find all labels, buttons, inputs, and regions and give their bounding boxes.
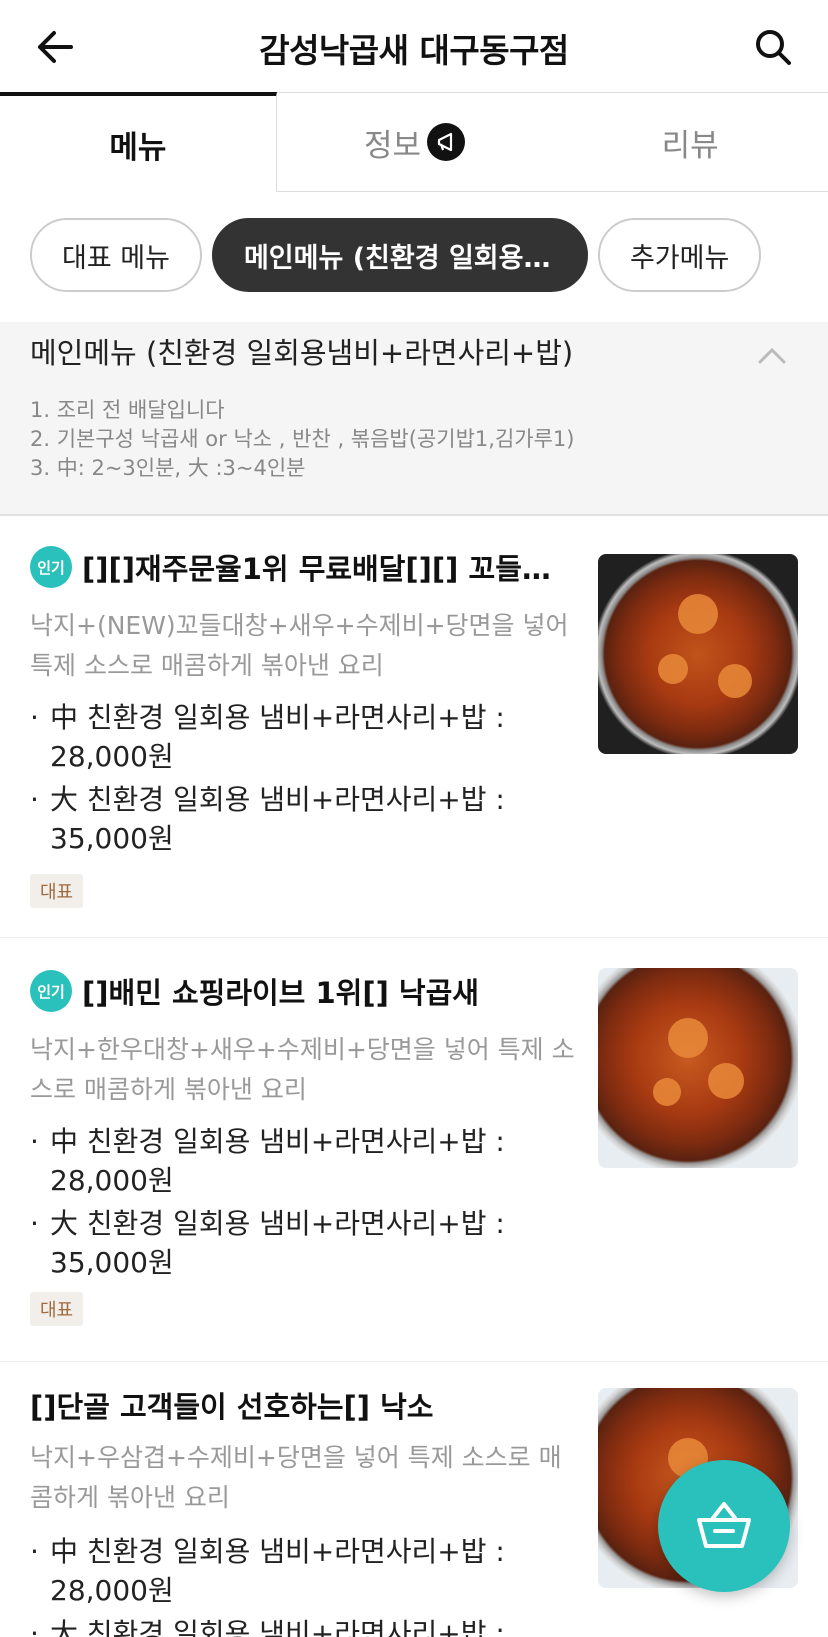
basket-icon (697, 1502, 751, 1548)
tab-menu[interactable]: 메뉴 (0, 92, 277, 192)
tab-info[interactable]: 정보 (276, 92, 553, 192)
price-option-label: 中 친환경 일회용 냄비+라면사리+밥 : (50, 1535, 505, 1568)
bullet: · (30, 1207, 39, 1240)
menu-item-description: 낙지+한우대창+새우+수제비+당면을 넣어 특제 소스로 매콤하게 볶아낸 요리 (30, 1035, 575, 1104)
chip-representative[interactable]: 대표 메뉴 (30, 218, 202, 292)
price-value: 28,000원 (50, 740, 174, 773)
menu-item-title: 인기 []배민 쇼핑라이브 1위[] 낙곱새 (30, 970, 570, 1012)
bullet: · (30, 783, 39, 816)
menu-item-price: · 中 친환경 일회용 냄비+라면사리+밥 : 28,000원 (30, 1122, 550, 1200)
price-option-label: 大 친환경 일회용 냄비+라면사리+밥 : (50, 1207, 505, 1240)
menu-item-name: []단골 고객들이 선호하는[] 낙소 (30, 1390, 434, 1424)
section-description: 1. 조리 전 배달입니다 2. 기본구성 낙곱새 or 낙소 , 반찬 , 볶… (30, 396, 574, 483)
price-option-label: 中 친환경 일회용 냄비+라면사리+밥 : (50, 1125, 505, 1158)
popular-badge: 인기 (30, 546, 72, 588)
tab-reviews-label: 리뷰 (661, 127, 719, 164)
price-value: 35,000원 (50, 822, 174, 855)
tab-bar: 메뉴 정보 리뷰 (0, 92, 828, 192)
menu-section-header[interactable]: 메인메뉴 (친환경 일회용냄비+라면사리+밥) 1. 조리 전 배달입니다 2.… (0, 322, 828, 516)
menu-item-price: · 中 친환경 일회용 냄비+라면사리+밥 : 28,000원 (30, 1532, 550, 1610)
bullet: · (30, 1617, 39, 1637)
section-desc-line: 2. 기본구성 낙곱새 or 낙소 , 반찬 , 볶음밥(공기밥1,김가루1) (30, 427, 575, 451)
price-option-label: 大 친환경 일회용 냄비+라면사리+밥 : (50, 783, 505, 816)
chip-label: 메인메뉴 (친환경 일회용냄… (243, 242, 556, 274)
menu-item[interactable]: 인기 []배민 쇼핑라이브 1위[] 낙곱새 낙지+한우대창+새우+수제비+당면… (0, 942, 828, 1362)
chip-extra-menu[interactable]: 추가메뉴 (597, 218, 762, 292)
menu-item-name: [][]재주문율1위 무료배달[][] 꼬들대… (82, 552, 570, 586)
section-desc-line: 3. 中: 2~3인분, 大 :3~4인분 (30, 456, 306, 480)
page-title: 감성낙곱새 대구동구점 (259, 31, 569, 70)
menu-item-photo (598, 554, 798, 754)
cart-button[interactable] (658, 1460, 790, 1592)
menu-item-price: · 大 친환경 일회용 냄비+라면사리+밥 : 35,000원 (30, 780, 550, 858)
chevron-up-icon[interactable] (754, 338, 790, 374)
menu-item-name: []배민 쇼핑라이브 1위[] 낙곱새 (82, 976, 479, 1010)
price-value: 35,000원 (50, 1246, 174, 1279)
megaphone-icon (427, 123, 466, 161)
menu-item-photo (598, 968, 798, 1168)
bullet: · (30, 1125, 39, 1158)
representative-tag: 대표 (30, 874, 84, 908)
bullet: · (30, 701, 39, 734)
representative-tag: 대표 (30, 1292, 84, 1326)
category-chips: 대표 메뉴 메인메뉴 (친환경 일회용냄… 추가메뉴 (0, 218, 828, 294)
app-header: 감성낙곱새 대구동구점 (0, 0, 828, 94)
menu-item-title: []단골 고객들이 선호하는[] 낙소 (30, 1384, 570, 1426)
chip-main-menu[interactable]: 메인메뉴 (친환경 일회용냄… (211, 218, 588, 292)
price-option-label: 大 친환경 일회용 냄비+라면사리+밥 : (50, 1617, 505, 1637)
bullet: · (30, 1535, 39, 1568)
search-button[interactable] (748, 22, 798, 72)
menu-item-price: · 中 친환경 일회용 냄비+라면사리+밥 : 28,000원 (30, 698, 550, 776)
menu-item-price: · 大 친환경 일회용 냄비+라면사리+밥 : (30, 1614, 550, 1637)
price-option-label: 中 친환경 일회용 냄비+라면사리+밥 : (50, 701, 505, 734)
section-desc-line: 1. 조리 전 배달입니다 (30, 398, 225, 422)
popular-badge: 인기 (30, 970, 72, 1012)
tab-menu-label: 메뉴 (109, 129, 167, 166)
search-icon (756, 30, 791, 65)
section-title: 메인메뉴 (친환경 일회용냄비+라면사리+밥) (30, 336, 574, 370)
price-value: 28,000원 (50, 1574, 174, 1607)
tab-reviews[interactable]: 리뷰 (552, 92, 828, 192)
chip-label: 추가메뉴 (629, 242, 730, 274)
menu-item-description: 낙지+(NEW)꼬들대창+새우+수제비+당면을 넣어 특제 소스로 매콤하게 볶… (30, 611, 569, 680)
tab-info-label: 정보 (363, 127, 422, 164)
menu-item-title: 인기 [][]재주문율1위 무료배달[][] 꼬들대… (30, 546, 570, 588)
chip-label: 대표 메뉴 (62, 242, 170, 274)
menu-item[interactable]: 인기 [][]재주문율1위 무료배달[][] 꼬들대… 낙지+(NEW)꼬들대창… (0, 518, 828, 938)
menu-item-description: 낙지+우삼겹+수제비+당면을 넣어 특제 소스로 매콤하게 볶아낸 요리 (30, 1443, 562, 1512)
menu-item-price: · 大 친환경 일회용 냄비+라면사리+밥 : 35,000원 (30, 1204, 550, 1282)
price-value: 28,000원 (50, 1164, 174, 1197)
